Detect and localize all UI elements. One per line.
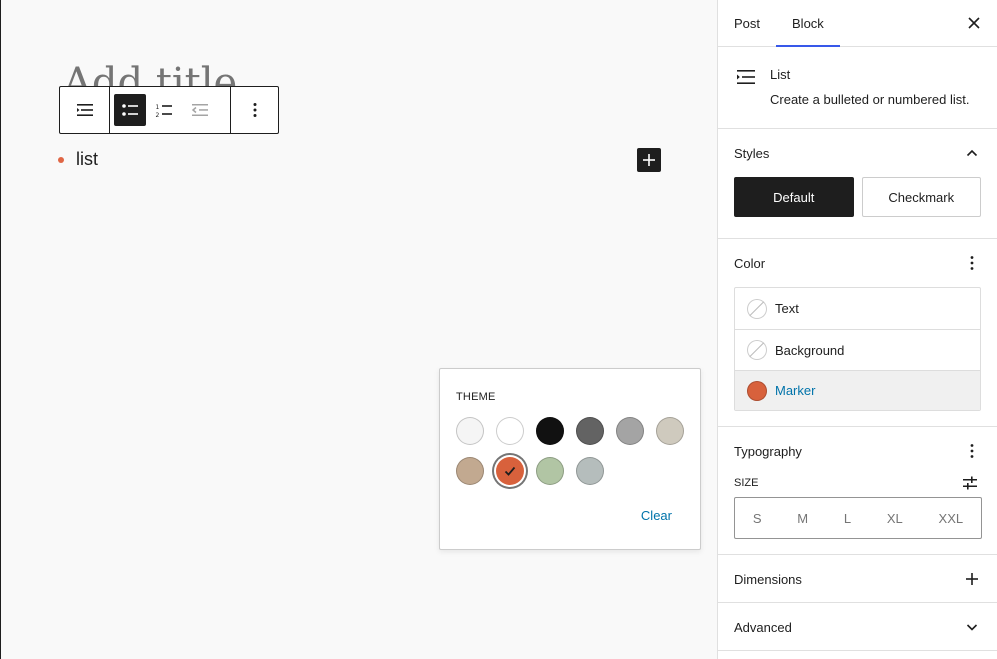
color-swatch-6[interactable]	[656, 417, 684, 445]
color-swatch-9[interactable]	[536, 457, 564, 485]
font-size-toggle-group: S M L XL XXL	[734, 497, 982, 539]
list-marker	[58, 156, 64, 163]
styles-panel: Styles Default Checkmark	[718, 129, 997, 239]
block-toolbar: 1 2	[59, 86, 279, 134]
add-block-button[interactable]	[637, 148, 661, 172]
plus-icon[interactable]	[963, 570, 981, 588]
settings-sidebar: Post Block List Create a bulleted or num…	[717, 0, 997, 659]
checkmark-icon	[504, 466, 516, 476]
marker-swatch	[747, 380, 767, 401]
style-default-button[interactable]: Default	[734, 177, 854, 217]
toolbar-group-list-type: 1 2	[109, 87, 230, 133]
size-m-option[interactable]: M	[793, 507, 812, 530]
ordered-list-icon[interactable]: 1 2	[146, 92, 182, 128]
color-swatches	[456, 417, 688, 485]
size-xl-option[interactable]: XL	[883, 507, 907, 530]
tab-post[interactable]: Post	[718, 0, 776, 46]
color-marker-item[interactable]: Marker	[735, 370, 980, 410]
style-variations: Default Checkmark	[718, 177, 997, 217]
block-card-description: Create a bulleted or numbered list.	[770, 92, 970, 107]
color-swatch-10[interactable]	[576, 457, 604, 485]
color-panel: Color Text Background Marker	[718, 239, 997, 427]
empty-swatch-icon	[747, 340, 767, 360]
close-icon[interactable]	[965, 14, 983, 32]
advanced-panel: Advanced	[718, 603, 997, 651]
color-swatch-1[interactable]	[456, 417, 484, 445]
advanced-panel-toggle[interactable]: Advanced	[718, 603, 997, 651]
clear-color-button[interactable]: Clear	[641, 508, 672, 523]
svg-text:2: 2	[156, 112, 160, 119]
more-options-icon[interactable]	[237, 92, 273, 128]
color-item-label: Background	[775, 342, 845, 358]
advanced-heading: Advanced	[734, 619, 792, 635]
list-item[interactable]: list	[58, 149, 98, 170]
styles-heading: Styles	[734, 145, 770, 161]
unordered-list-icon[interactable]	[114, 94, 146, 126]
color-swatch-2[interactable]	[496, 417, 524, 445]
typography-panel: Typography SIZE S M L XL XXL	[718, 427, 997, 555]
palette-heading: THEME	[456, 391, 496, 403]
toolbar-group-parent	[60, 87, 109, 133]
outdent-icon[interactable]	[182, 92, 218, 128]
editor-canvas: Add title 1 2 list THEME Clear	[0, 0, 717, 659]
color-item-label: Marker	[775, 383, 816, 398]
color-swatch-7[interactable]	[456, 457, 484, 485]
color-item-label: Text	[775, 301, 799, 316]
settings-sliders-icon[interactable]	[961, 474, 979, 492]
chevron-up-icon	[963, 144, 981, 162]
styles-panel-toggle[interactable]: Styles	[718, 129, 997, 177]
dimensions-heading: Dimensions	[734, 571, 802, 587]
color-picker-popover: THEME Clear	[439, 368, 701, 550]
size-l-option[interactable]: L	[840, 507, 855, 530]
size-s-option[interactable]: S	[749, 507, 766, 530]
color-background-item[interactable]: Background	[735, 329, 980, 370]
block-card: List Create a bulleted or numbered list.	[718, 47, 997, 129]
typography-panel-header: Typography	[718, 427, 997, 475]
style-checkmark-button[interactable]: Checkmark	[861, 177, 981, 217]
dimensions-panel: Dimensions	[718, 555, 997, 603]
color-panel-header: Color	[718, 239, 997, 287]
block-card-title: List	[770, 67, 791, 82]
tab-block[interactable]: Block	[776, 0, 840, 47]
plus-icon	[643, 154, 655, 166]
color-text-item[interactable]: Text	[735, 288, 980, 329]
typography-heading: Typography	[734, 443, 802, 459]
color-swatch-4[interactable]	[576, 417, 604, 445]
list-block-icon	[737, 70, 755, 84]
color-swatch-8[interactable]	[496, 457, 524, 485]
sidebar-tabs: Post Block	[718, 0, 997, 47]
svg-text:1: 1	[156, 104, 160, 111]
empty-swatch-icon	[747, 298, 767, 319]
color-heading: Color	[734, 255, 766, 271]
list-block-icon[interactable]	[67, 92, 103, 128]
color-swatch-3[interactable]	[536, 417, 564, 445]
list-item-text[interactable]: list	[76, 149, 98, 170]
more-options-icon[interactable]	[963, 442, 981, 460]
dimensions-panel-toggle[interactable]: Dimensions	[718, 555, 997, 603]
toolbar-group-options	[230, 87, 278, 133]
color-swatch-5[interactable]	[616, 417, 644, 445]
font-size-label: SIZE	[734, 477, 759, 489]
color-settings-list: Text Background Marker	[734, 287, 981, 411]
size-xxl-option[interactable]: XXL	[935, 507, 968, 530]
chevron-down-icon	[963, 618, 981, 636]
more-options-icon[interactable]	[963, 254, 981, 272]
